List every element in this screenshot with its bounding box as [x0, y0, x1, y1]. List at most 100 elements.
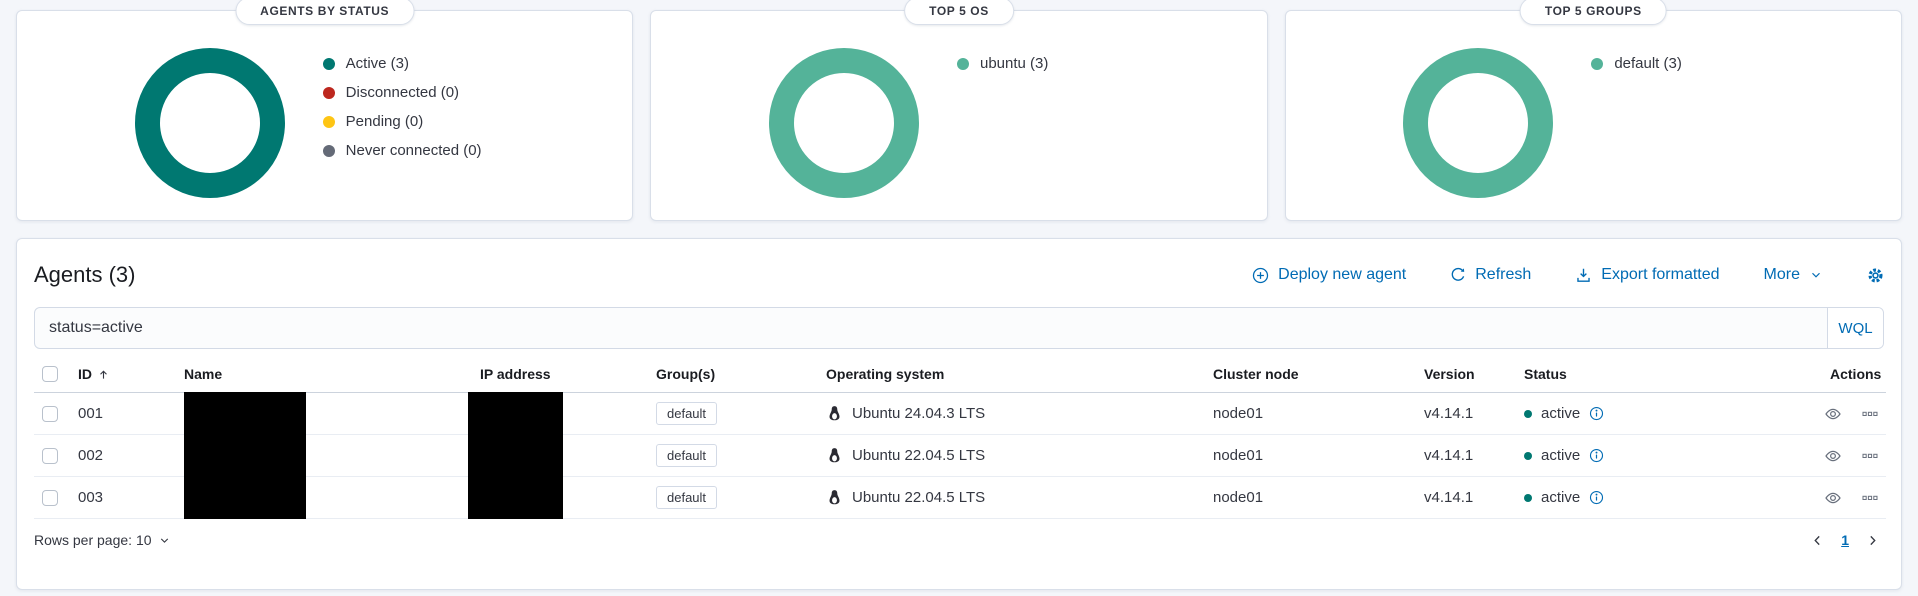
- chevron-down-icon: [158, 534, 171, 547]
- eye-icon: [1824, 447, 1842, 465]
- agents-table: ID Name IP address Group(s) Operating sy…: [34, 356, 1886, 519]
- pagination: 1: [1810, 532, 1884, 548]
- status-info-icon[interactable]: [1589, 448, 1604, 463]
- panel-top-5-os: TOP 5 OS ubuntu (3): [650, 0, 1268, 221]
- sort-ascending-icon: [97, 368, 110, 381]
- status-dot-icon: [1524, 451, 1532, 460]
- column-header-os[interactable]: Operating system: [826, 366, 944, 382]
- legend-label: Disconnected (0): [345, 84, 460, 101]
- column-header-groups[interactable]: Group(s): [656, 366, 715, 382]
- legend-item-never-connected[interactable]: Never connected (0): [322, 136, 515, 165]
- rows-per-page-selector[interactable]: Rows per page: 10: [34, 532, 171, 548]
- agent-os: Ubuntu 22.04.5 LTS: [852, 447, 986, 464]
- boxes-horizontal-icon: [1862, 406, 1878, 422]
- search-input[interactable]: [35, 308, 1827, 348]
- legend-item-default[interactable]: default (3): [1591, 49, 1783, 78]
- refresh-icon: [1450, 267, 1466, 283]
- view-agent-details-button[interactable]: [1824, 447, 1842, 465]
- legend-dot-icon: [322, 86, 335, 99]
- view-agent-details-button[interactable]: [1824, 489, 1842, 507]
- table-settings-button[interactable]: [1867, 267, 1884, 284]
- row-more-actions-button[interactable]: [1862, 448, 1878, 464]
- boxes-horizontal-icon: [1862, 448, 1878, 464]
- agent-status: active: [1541, 489, 1581, 506]
- legend-item-active[interactable]: Active (3): [322, 49, 515, 78]
- agent-os: Ubuntu 24.04.3 LTS: [852, 405, 986, 422]
- redacted-agent-ip: [468, 392, 563, 435]
- eye-icon: [1824, 405, 1842, 423]
- row-checkbox[interactable]: [42, 489, 58, 506]
- toolbar: Deploy new agent Refresh Export formatte…: [1252, 266, 1884, 284]
- donut-chart-top-5-groups: [1403, 48, 1554, 198]
- legend-dot-icon: [956, 57, 969, 70]
- legend-dot-icon: [1591, 57, 1604, 70]
- chart-legend: ubuntu (3): [956, 49, 1149, 198]
- legend-dot-icon: [322, 115, 335, 128]
- select-all-checkbox[interactable]: [42, 366, 58, 382]
- redacted-agent-name: [184, 476, 306, 519]
- donut-chart-top-5-os: [768, 48, 919, 198]
- panel-top-5-groups: TOP 5 GROUPS default (3): [1284, 0, 1902, 221]
- more-label: More: [1763, 266, 1800, 283]
- rows-per-page-label: Rows per page: 10: [34, 532, 152, 548]
- deploy-new-agent-button[interactable]: Deploy new agent: [1252, 266, 1406, 284]
- row-checkbox[interactable]: [42, 405, 58, 422]
- view-agent-details-button[interactable]: [1824, 405, 1842, 423]
- legend-dot-icon: [322, 144, 335, 157]
- linux-penguin-icon: [826, 489, 843, 506]
- table-footer: Rows per page: 10 1: [34, 532, 1884, 548]
- chevron-left-icon: [1810, 533, 1825, 548]
- legend-item-ubuntu[interactable]: ubuntu (3): [956, 49, 1149, 78]
- agent-id: 002: [78, 447, 104, 464]
- legend-label: default (3): [1614, 55, 1682, 72]
- previous-page-button[interactable]: [1810, 533, 1825, 548]
- redacted-agent-name: [184, 434, 306, 477]
- wql-button[interactable]: WQL: [1827, 308, 1883, 348]
- column-header-actions: Actions: [1830, 366, 1882, 382]
- column-header-status[interactable]: Status: [1524, 366, 1567, 382]
- export-formatted-label: Export formatted: [1601, 266, 1720, 283]
- panel-title-badge: TOP 5 OS: [904, 0, 1014, 25]
- group-badge[interactable]: default: [656, 486, 718, 509]
- more-button[interactable]: More: [1764, 266, 1823, 284]
- agents-header: Agents (3) Deploy new agent Refresh Expo…: [34, 253, 1884, 297]
- status-info-icon[interactable]: [1589, 490, 1604, 505]
- refresh-button[interactable]: Refresh: [1450, 266, 1531, 284]
- chart-body: default (3): [1286, 11, 1901, 198]
- next-page-button[interactable]: [1865, 533, 1880, 548]
- status-info-icon[interactable]: [1589, 406, 1604, 421]
- linux-penguin-icon: [826, 405, 843, 422]
- column-header-ip[interactable]: IP address: [480, 366, 551, 382]
- table-row-agent-003: 003 default Ubuntu 22.04.5 LTS node01 v4…: [34, 476, 1886, 519]
- group-badge[interactable]: default: [656, 444, 718, 467]
- group-badge[interactable]: default: [656, 402, 718, 425]
- column-header-id[interactable]: ID: [78, 366, 92, 382]
- chart-legend: default (3): [1591, 49, 1783, 198]
- plus-circle-icon: [1252, 267, 1269, 284]
- page-number-1[interactable]: 1: [1841, 532, 1849, 548]
- legend-item-pending[interactable]: Pending (0): [322, 107, 515, 136]
- column-header-cluster[interactable]: Cluster node: [1213, 366, 1299, 382]
- chevron-right-icon: [1865, 533, 1880, 548]
- row-more-actions-button[interactable]: [1862, 406, 1878, 422]
- export-formatted-button[interactable]: Export formatted: [1575, 266, 1720, 284]
- panel-title-badge: TOP 5 GROUPS: [1519, 0, 1667, 25]
- deploy-new-agent-label: Deploy new agent: [1278, 266, 1407, 283]
- redacted-agent-ip: [468, 434, 563, 477]
- page-title: Agents (3): [34, 262, 136, 287]
- legend-item-disconnected[interactable]: Disconnected (0): [322, 78, 515, 107]
- chart-body: Active (3) Disconnected (0) Pending (0) …: [17, 11, 632, 198]
- agent-cluster-node: node01: [1213, 405, 1264, 422]
- column-header-name[interactable]: Name: [184, 366, 222, 382]
- chart-body: ubuntu (3): [651, 11, 1266, 198]
- agent-cluster-node: node01: [1213, 489, 1264, 506]
- status-dot-icon: [1524, 409, 1532, 418]
- donut-chart-agents-by-status: [134, 48, 285, 198]
- row-more-actions-button[interactable]: [1862, 490, 1878, 506]
- column-header-version[interactable]: Version: [1424, 366, 1475, 382]
- row-checkbox[interactable]: [42, 447, 58, 464]
- gear-icon: [1867, 267, 1884, 284]
- redacted-agent-ip: [468, 476, 563, 519]
- legend-dot-icon: [322, 57, 335, 70]
- page: AGENTS BY STATUS Active (3) Disconnected…: [0, 0, 1918, 590]
